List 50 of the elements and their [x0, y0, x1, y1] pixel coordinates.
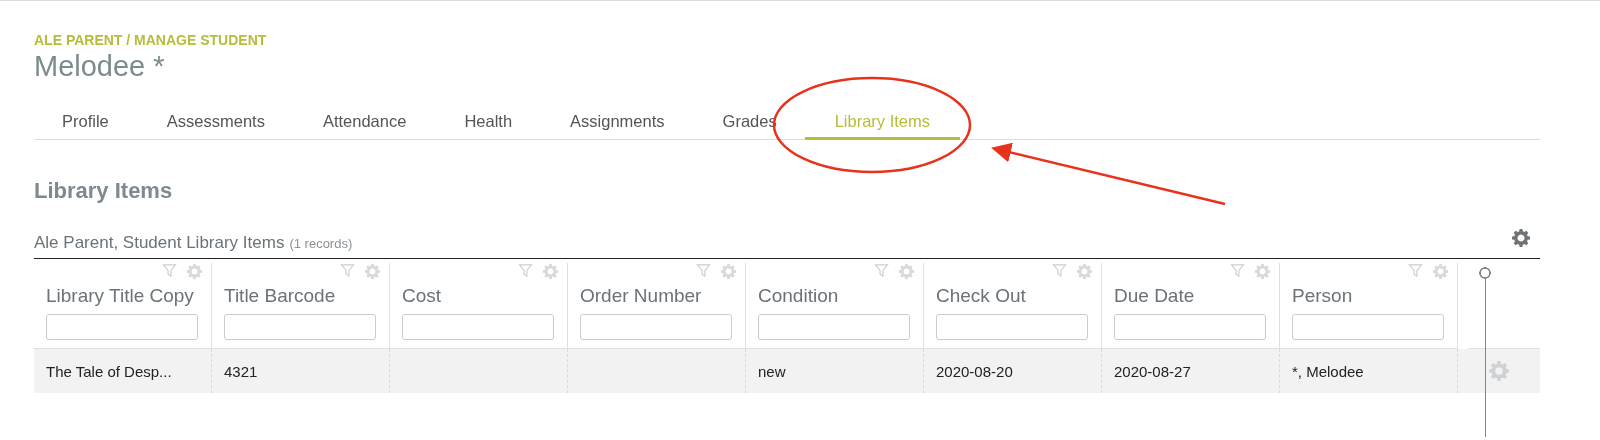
column-header: Person [1292, 284, 1353, 308]
filter-field[interactable] [1114, 314, 1266, 340]
tab[interactable]: Attendance [292, 103, 437, 140]
filter-field[interactable] [758, 314, 910, 340]
grid-settings-icon[interactable] [1511, 228, 1531, 248]
table-cell: The Tale of Desp... [34, 349, 212, 393]
table-cell: 2020-08-20 [924, 349, 1102, 393]
column-header: Library Title Copy [46, 284, 194, 308]
filter-icon[interactable] [518, 263, 533, 278]
filter-icon[interactable] [162, 263, 177, 278]
filter-icon[interactable] [874, 263, 889, 278]
breadcrumb: ALE PARENT / MANAGE STUDENT [34, 31, 267, 49]
filter-field[interactable] [936, 314, 1088, 340]
column-settings-icon[interactable] [720, 263, 737, 280]
filter-field[interactable] [402, 314, 554, 340]
column-header: Order Number [580, 284, 702, 308]
column-settings-icon[interactable] [542, 263, 559, 280]
section-heading: Library Items [34, 178, 173, 204]
filter-icon[interactable] [1052, 263, 1067, 278]
column-settings-icon[interactable] [1432, 263, 1449, 280]
column-header: Due Date [1114, 284, 1195, 308]
filter-icon[interactable] [1408, 263, 1423, 278]
column-header: Cost [402, 284, 442, 308]
column-settings-icon[interactable] [186, 263, 203, 280]
column-settings-icon[interactable] [1254, 263, 1271, 280]
filter-icon[interactable] [340, 263, 355, 278]
table-cell: 4321 [212, 349, 390, 393]
tab[interactable]: Assessments [136, 103, 295, 140]
column-settings-icon[interactable] [898, 263, 915, 280]
page-title: Melodee * [34, 49, 165, 83]
tab[interactable]: Assignments [540, 103, 695, 140]
column-settings-icon[interactable] [1076, 263, 1093, 280]
column-header: Title Barcode [224, 284, 336, 308]
column-header: Check Out [936, 284, 1026, 308]
grid-caption: Ale Parent, Student Library Items [34, 232, 285, 254]
filter-field[interactable] [224, 314, 376, 340]
table-cell: *, Melodee [1280, 349, 1458, 393]
filter-field[interactable] [580, 314, 732, 340]
filter-icon[interactable] [1230, 263, 1245, 278]
column-header: Condition [758, 284, 839, 308]
column-settings-icon[interactable] [364, 263, 381, 280]
filter-field[interactable] [46, 314, 198, 340]
table-cell: 2020-08-27 [1102, 349, 1280, 393]
filter-icon[interactable] [696, 263, 711, 278]
row-settings-icon[interactable] [1488, 360, 1510, 382]
record-count: (1 records) [289, 236, 353, 251]
filter-field[interactable] [1292, 314, 1444, 340]
table-cell: new [746, 349, 924, 393]
tab[interactable]: Health [434, 103, 543, 140]
tab[interactable]: Profile [32, 103, 139, 140]
